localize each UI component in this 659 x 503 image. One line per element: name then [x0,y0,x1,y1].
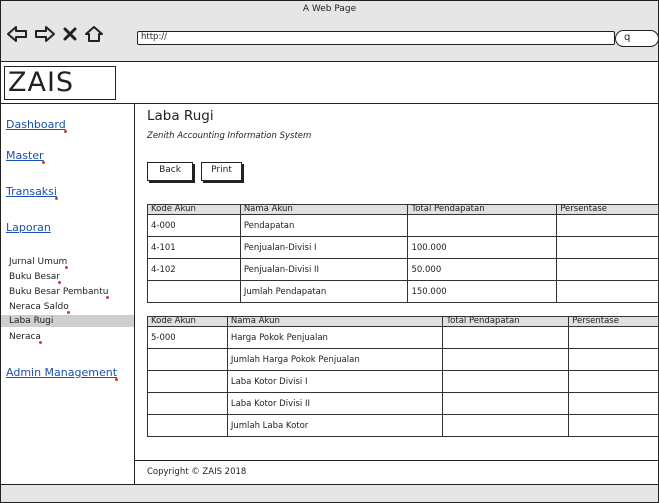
table-cell: Jumlah Harga Pokok Penjualan [226,348,444,371]
sidebar-subitem-buku-besar[interactable]: Buku Besar [9,272,60,282]
table-cell [442,326,570,349]
table-cell [147,348,228,371]
arrow-right-icon[interactable] [34,25,56,43]
column-header: Total Pendapatan [442,316,570,327]
table-row: 4-101 Penjualan-Divisi I 100.000 [147,236,659,259]
table-cell: Harga Pokok Penjualan [226,326,444,349]
sidebar-item-label: Laporan [6,221,51,234]
table-cell: Jumlah Pendapatan [239,280,409,303]
page-subtitle: Zenith Accounting Information System [147,131,312,141]
sidebar-item-label: Jurnal Umum [9,257,68,267]
sidebar-item-label: Neraca Saldo [9,302,69,312]
search-glyph: q [624,32,631,43]
arrow-left-icon[interactable] [6,25,28,43]
table-cell [568,392,659,415]
table-cell: 5-000 [147,326,228,349]
table-cell [568,370,659,393]
revenue-table: Kode Akun Nama Akun Total Pendapatan Per… [147,204,659,303]
table-row: Jumlah Pendapatan 150.000 [147,280,659,303]
back-button[interactable]: Back [147,162,193,181]
close-icon[interactable] [62,25,78,43]
table-cell: Jumlah Laba Kotor [226,414,444,437]
column-header: Nama Akun [226,316,444,327]
table-cell [568,326,659,349]
table-row: Laba Kotor Divisi II [147,392,659,415]
sidebar-subitem-neraca-saldo[interactable]: Neraca Saldo [9,302,69,312]
table-cell: 4-101 [147,236,241,259]
sidebar-item-label: Buku Besar [9,272,60,282]
column-header: Total Pendapatan [407,204,558,215]
sidebar-subitem-jurnal-umum[interactable]: Jurnal Umum [9,257,67,267]
table-header-row: Kode Akun Nama Akun Total Pendapatan Per… [147,204,659,215]
sidebar-item-master[interactable]: Master [6,149,44,162]
table-cell [556,214,659,237]
table-cell [568,348,659,371]
sidebar-subitem-laba-rugi[interactable]: Laba Rugi [1,315,134,327]
sidebar-item-transaksi[interactable]: Transaksi [6,185,57,198]
table-cell [442,348,570,371]
table-cell: Laba Kotor Divisi II [226,392,444,415]
sidebar-item-dashboard[interactable]: Dashboard [6,118,66,131]
sidebar-subitem-neraca[interactable]: Neraca [9,332,41,342]
column-header: Persentase [556,204,659,215]
sidebar-item-label: Master [6,149,44,162]
sidebar-item-laporan[interactable]: Laporan [6,221,51,234]
table-cell [147,392,228,415]
column-header: Kode Akun [147,204,241,215]
table-cell: 150.000 [407,280,558,303]
table-cell [556,236,659,259]
column-header: Kode Akun [147,316,228,327]
sidebar-item-label: Laba Rugi [9,316,54,326]
app-logo: ZAIS [4,66,116,100]
table-cell [147,280,241,303]
table-cell [568,414,659,437]
sidebar-item-label: Neraca [9,332,41,342]
app-header: ZAIS [0,62,659,104]
browser-nav-buttons [6,25,104,43]
table-row: 5-000 Harga Pokok Penjualan [147,326,659,349]
table-cell [147,414,228,437]
table-cell: Laba Kotor Divisi I [226,370,444,393]
browser-status-bar [0,484,659,503]
column-header: Nama Akun [239,204,409,215]
page-title: Laba Rugi [147,108,214,124]
browser-toolbar: A Web Page http:// q [0,0,659,62]
table-cell [556,280,659,303]
table-row: Laba Kotor Divisi I [147,370,659,393]
footer-copyright: Copyright © ZAIS 2018 [135,460,659,484]
table-header-row: Kode Akun Nama Akun Total Pendapatan Per… [147,316,659,327]
table-cell: 100.000 [407,236,558,259]
table-row: Jumlah Harga Pokok Penjualan [147,348,659,371]
table-row: 4-102 Penjualan-Divisi II 50.000 [147,258,659,281]
sidebar-item-label: Buku Besar Pembantu [9,287,109,297]
sidebar: Dashboard Master Transaksi Laporan Jurna… [0,104,135,484]
table-row: Jumlah Laba Kotor [147,414,659,437]
table-cell: 50.000 [407,258,558,281]
table-cell: Penjualan-Divisi II [239,258,409,281]
search-icon[interactable]: q [615,30,659,47]
sidebar-item-label: Admin Management [6,366,118,379]
sidebar-subitem-buku-besar-pembantu[interactable]: Buku Besar Pembantu [9,287,108,297]
table-cell [442,370,570,393]
table-cell [147,370,228,393]
table-cell: 4-102 [147,258,241,281]
main-content: Laba Rugi Zenith Accounting Information … [135,104,659,460]
sidebar-item-admin-management[interactable]: Admin Management [6,366,117,379]
address-bar[interactable]: http:// [137,31,615,45]
window-title: A Web Page [302,4,357,14]
sidebar-item-label: Dashboard [6,118,66,131]
table-cell: Penjualan-Divisi I [239,236,409,259]
cost-table: Kode Akun Nama Akun Total Pendapatan Per… [147,316,659,437]
table-cell [556,258,659,281]
table-cell [442,414,570,437]
column-header: Persentase [568,316,659,327]
home-icon[interactable] [84,25,104,43]
table-cell: 4-000 [147,214,241,237]
table-row: 4-000 Pendapatan [147,214,659,237]
sidebar-item-label: Transaksi [6,185,57,198]
print-button[interactable]: Print [201,162,242,181]
table-cell: Pendapatan [239,214,409,237]
table-cell [407,214,558,237]
table-cell [442,392,570,415]
